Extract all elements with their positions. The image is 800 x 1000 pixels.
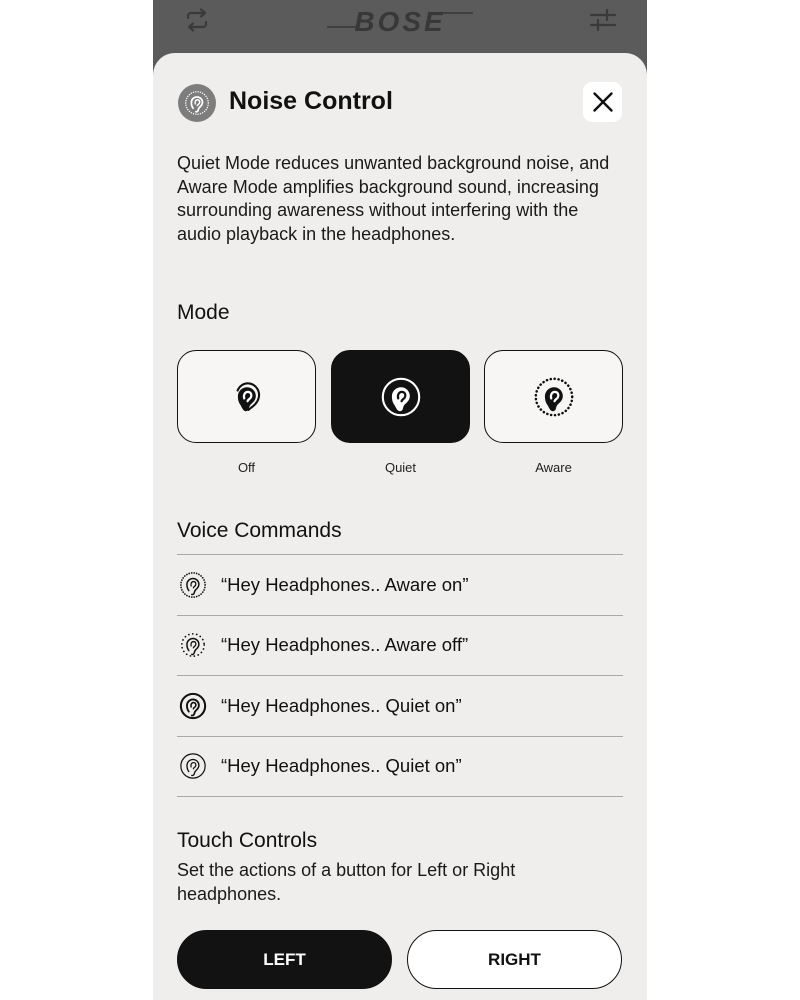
voice-command-text: “Hey Headphones.. Quiet on”	[221, 755, 462, 777]
top-bar: BOSE	[153, 0, 647, 56]
ear-aware-icon	[534, 377, 573, 416]
ear-quiet-icon	[178, 751, 208, 781]
voice-command-row: “Hey Headphones.. Quiet on”	[177, 676, 623, 737]
swap-button[interactable]	[177, 2, 217, 38]
right-headphone-button[interactable]: RIGHT	[407, 930, 622, 989]
voice-command-text: “Hey Headphones.. Aware off”	[221, 634, 469, 656]
voice-commands-list: “Hey Headphones.. Aware on” “Hey Headpho…	[177, 554, 623, 797]
mode-aware-label: Aware	[535, 460, 572, 475]
voice-command-row: “Hey Headphones.. Aware on”	[177, 555, 623, 616]
sheet-title: Noise Control	[229, 87, 393, 115]
mode-quiet-card[interactable]	[331, 350, 470, 443]
mode-quiet-label: Quiet	[384, 460, 417, 475]
touch-controls-heading: Touch Controls	[177, 829, 318, 852]
noise-control-ear-icon	[178, 84, 216, 122]
voice-command-row: “Hey Headphones.. Quiet on”	[177, 737, 623, 797]
swap-icon	[186, 8, 208, 32]
close-button[interactable]	[583, 82, 622, 122]
ear-aware-on-icon	[178, 570, 208, 600]
phone-screen: BOSE Noise Control Quiet Mode reduces un…	[153, 0, 647, 1000]
bose-logo: BOSE	[327, 6, 473, 36]
ear-quiet-icon	[381, 377, 420, 416]
voice-command-text: “Hey Headphones.. Aware on”	[221, 573, 469, 595]
noise-control-sheet: Noise Control Quiet Mode reduces unwante…	[153, 53, 647, 1000]
close-icon	[592, 92, 613, 112]
mode-aware-card[interactable]	[484, 350, 623, 443]
svg-text:BOSE: BOSE	[354, 6, 445, 36]
voice-commands-heading: Voice Commands	[177, 519, 342, 542]
sliders-icon	[589, 8, 617, 32]
ear-off-icon	[236, 381, 260, 411]
ear-aware-off-icon	[178, 630, 208, 660]
mode-off-label: Off	[237, 460, 256, 475]
voice-command-row: “Hey Headphones.. Aware off”	[177, 616, 623, 676]
voice-command-text: “Hey Headphones.. Quiet on”	[221, 694, 462, 716]
settings-button[interactable]	[583, 2, 623, 38]
noise-control-description: Quiet Mode reduces unwanted background n…	[177, 153, 610, 244]
ear-quiet-on-icon	[178, 691, 208, 721]
mode-heading: Mode	[177, 301, 230, 324]
touch-controls-description: Set the actions of a button for Left or …	[177, 860, 516, 904]
left-headphone-button[interactable]: LEFT	[177, 930, 392, 989]
mode-off-card[interactable]	[177, 350, 316, 443]
